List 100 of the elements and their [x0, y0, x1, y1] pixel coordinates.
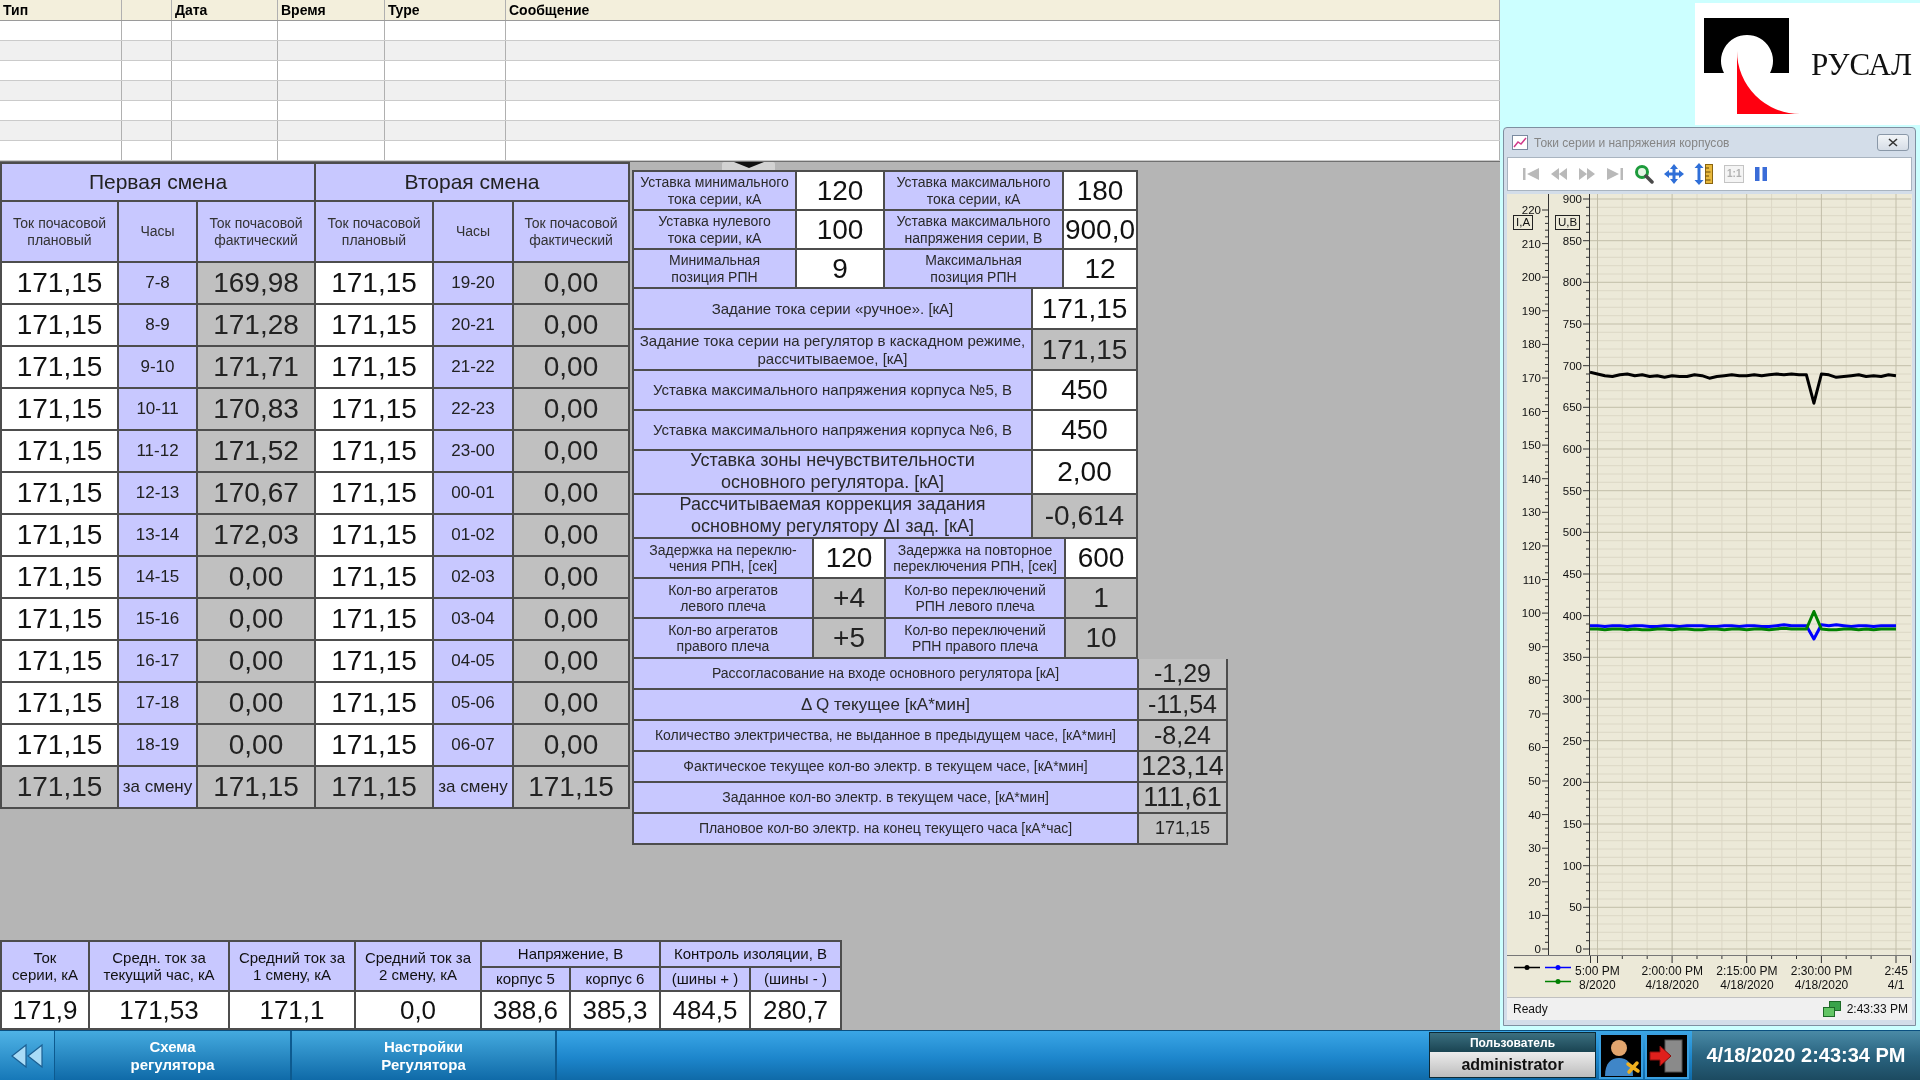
axis-tick-label: 2:15:00 PM 4/18/2020 — [1716, 964, 1778, 992]
column-header: Ток почасовой фактический — [514, 202, 628, 261]
axis-tick-label: 200 — [1521, 270, 1541, 285]
setting-label: Уставка максимального напряжения корпуса №6, В — [634, 411, 1031, 449]
setting-label: Задание тока серии «ручное». [кА] — [634, 289, 1031, 328]
axis-label: I,A — [1513, 215, 1534, 230]
axis-tick-label: 180 — [1521, 337, 1541, 352]
value-cell: 171,15 — [1139, 814, 1226, 843]
column-header[interactable]: Дата — [175, 2, 208, 18]
table-cell: 171,15 — [2, 599, 117, 639]
row-header: 04-05 — [434, 641, 512, 681]
back-button[interactable] — [0, 1031, 55, 1080]
input-field[interactable]: 180 — [1064, 172, 1136, 209]
input-field[interactable]: 450 — [1033, 371, 1136, 409]
table-cell: 171,15 — [2, 683, 117, 723]
table-cell: 171,15 — [2, 305, 117, 345]
axis-tick-label: 400 — [1562, 608, 1582, 623]
table-cell: 170,83 — [198, 389, 314, 429]
table-cell: 171,15 — [316, 473, 432, 513]
collapse-handle[interactable] — [722, 162, 775, 170]
axis-tick-label: 70 — [1528, 706, 1541, 721]
axis-tick-label: 500 — [1562, 525, 1582, 540]
user-icon[interactable] — [1599, 1032, 1643, 1079]
table-cell: 0,0 — [356, 992, 480, 1028]
column-header: Ток почасовой плановый — [316, 202, 432, 261]
axis-tick-label: 850 — [1562, 233, 1582, 248]
nav-button[interactable]: Схема регулятора — [55, 1031, 292, 1080]
axis-tick-label: 700 — [1562, 358, 1582, 373]
pause-icon[interactable] — [1754, 166, 1769, 182]
table-cell: 0,00 — [514, 515, 628, 555]
table-cell: 171,53 — [90, 992, 228, 1028]
input-field[interactable]: 450 — [1033, 411, 1136, 449]
input-field[interactable]: 12 — [1064, 250, 1136, 287]
table-cell: 171,15 — [2, 557, 117, 597]
row-header: 22-23 — [434, 389, 512, 429]
value-cell: -11,54 — [1139, 690, 1226, 719]
table-cell: 280,7 — [751, 992, 840, 1028]
axis-tick-label: 0 — [1575, 942, 1582, 956]
table-cell: 171,52 — [198, 431, 314, 471]
table-cell: 171,15 — [316, 641, 432, 681]
column-header: Напряжение, В — [482, 942, 659, 966]
row-header: 18-19 — [119, 725, 196, 765]
setting-label: Уставка максимального напряжения серии, В — [885, 211, 1062, 248]
table-cell: 0,00 — [514, 725, 628, 765]
column-header[interactable]: Сообщение — [509, 2, 590, 18]
table-cell: 171,15 — [316, 557, 432, 597]
table-cell: 169,98 — [198, 263, 314, 303]
value-cell: 1 — [1066, 579, 1136, 617]
row-header: 21-22 — [434, 347, 512, 387]
table-cell: 0,00 — [198, 725, 314, 765]
table-cell: 0,00 — [514, 389, 628, 429]
setting-label: Заданное кол-во электр. в текущем часе, [кА*мин] — [634, 783, 1137, 812]
column-header: (шины - ) — [751, 968, 840, 990]
column-header: Часы — [434, 202, 512, 261]
nav-button[interactable]: Настройки Регулятора — [292, 1031, 557, 1080]
axis-tick-label: 80 — [1528, 673, 1541, 688]
table-cell: 0,00 — [514, 347, 628, 387]
value-cell: -1,29 — [1139, 659, 1226, 688]
table-cell: 170,67 — [198, 473, 314, 513]
input-field[interactable]: 120 — [797, 172, 883, 209]
axis-tick-label: 130 — [1521, 505, 1541, 520]
table-cell: 388,6 — [482, 992, 569, 1028]
table-cell: 0,00 — [198, 683, 314, 723]
table-cell: 172,03 — [198, 515, 314, 555]
input-field[interactable]: 171,15 — [1033, 289, 1136, 328]
column-header[interactable]: Type — [388, 2, 420, 18]
user-name: administrator — [1430, 1052, 1595, 1077]
table-cell: 171,15 — [2, 389, 117, 429]
value-cell: 171,15 — [1033, 330, 1136, 369]
screens-icon — [1822, 1001, 1841, 1017]
input-field[interactable]: 9 — [797, 250, 883, 287]
ruler-icon[interactable] — [1694, 163, 1714, 185]
input-field[interactable]: 120 — [814, 539, 884, 577]
close-button[interactable] — [1877, 134, 1909, 151]
row-header: 10-11 — [119, 389, 196, 429]
table-cell: 171,15 — [2, 515, 117, 555]
input-field[interactable]: 100 — [797, 211, 883, 248]
row-header: 16-17 — [119, 641, 196, 681]
axis-tick-label: 190 — [1521, 303, 1541, 318]
axis-tick-label: 300 — [1562, 692, 1582, 706]
table-cell: 0,00 — [514, 557, 628, 597]
table-cell: 0,00 — [514, 473, 628, 513]
table-cell: 171,15 — [2, 347, 117, 387]
table-cell: 171,15 — [2, 431, 117, 471]
input-field[interactable]: 600 — [1066, 539, 1136, 577]
move-arrows-icon[interactable] — [1664, 164, 1684, 184]
exit-door-icon[interactable] — [1645, 1032, 1689, 1079]
value-cell: 111,61 — [1139, 783, 1226, 812]
axis-tick-label: 160 — [1521, 404, 1541, 419]
column-header[interactable]: Время — [281, 2, 326, 18]
column-header: Ток почасовой фактический — [198, 202, 314, 261]
input-field[interactable]: 2,00 — [1033, 451, 1136, 493]
datetime: 4/18/2020 2:43:34 PM — [1692, 1031, 1920, 1080]
setting-label: Δ Q текущее [кА*мин] — [634, 690, 1137, 719]
column-header[interactable]: Тип — [3, 2, 29, 18]
table-cell: 0,00 — [198, 557, 314, 597]
column-header: корпус 5 — [482, 968, 569, 990]
magnifier-icon[interactable] — [1634, 164, 1654, 184]
axis-tick-label: 90 — [1528, 639, 1541, 654]
input-field[interactable]: 900,0 — [1064, 211, 1136, 248]
